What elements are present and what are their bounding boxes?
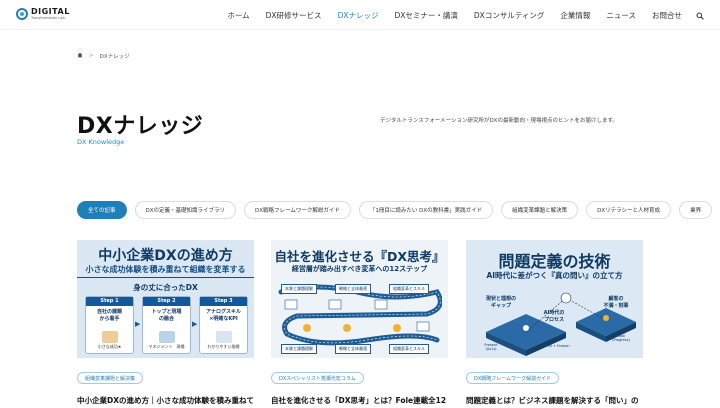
thumb-heading: 自社を進化させる『DX思考』 [274,249,445,264]
illustration-icon [216,331,232,343]
article-thumbnail[interactable]: 問題定義の技術 AI時代に差がつく『真の問い』の立て方 現状と理想の ギャップ … [466,240,643,358]
nav-item-consulting[interactable]: DXコンサルティング [474,10,544,21]
nav-item-knowledge[interactable]: DXナレッジ [338,10,379,21]
page-subtitle: DX Knowledge [77,138,125,146]
filter-framework-guide[interactable]: DX戦略フレームワーク解説ガイド [244,201,351,219]
article-thumbnail[interactable]: 中小企業DXの進め方 小さな成功体験を積み重ねて組織を変革する 身の丈に合ったD… [77,240,254,358]
nav-item-training[interactable]: DX研修サービス [266,10,322,21]
article-thumbnail[interactable]: 自社を進化させる『DX思考』 経営層が踏み出すべき変革への12ステップ 本質と課… [271,240,448,358]
article-title[interactable]: 中小企業DXの進め方｜小さな成功体験を積み重ねて [77,395,255,406]
search-icon[interactable] [696,12,704,20]
page-title: DXナレッジ [77,114,204,139]
breadcrumb-separator: > [89,53,94,59]
main-nav: ホーム DX研修サービス DXナレッジ DXセミナー・講演 DXコンサルティング… [211,10,704,21]
nav-item-contact[interactable]: お問合せ [652,10,682,21]
nav-item-company[interactable]: 企業情報 [560,10,590,21]
filter-all[interactable]: 全ての記事 [77,201,127,219]
article-card[interactable]: 問題定義の技術 AI時代に差がつく『真の問い』の立て方 現状と理想の ギャップ … [466,240,643,358]
step-box: Step 1 自社の課題 から着手 小さな成功★ [85,296,134,354]
illustration-icon [159,331,175,343]
logo-mark-icon [16,8,28,21]
nav-item-news[interactable]: ニュース [606,10,636,21]
article-tag[interactable]: 組織変革課題と解決策 [77,372,144,384]
category-filters: 全ての記事 DXの定義・基礎知識ライブラリ DX戦略フレームワーク解説ガイド 「… [77,201,720,219]
page-description: デジタルトランスフォーメーション研究所がDXの最新動向・現場視点のヒントをお届け… [380,118,618,124]
thumb-heading: 問題定義の技術 [498,252,611,271]
logo-sub-text: Transformation Lab. [31,16,66,20]
gap-label: 現状と理想の ギャップ [485,296,516,309]
article-title[interactable]: 問題定義とは？ビジネス課題を解決する「問い」の [466,395,644,406]
illustration-icon [102,331,118,343]
roadmap-label: 戦略と全体最適 [335,344,371,354]
step-box: Step 2 トップと現場 の融合 マネジメント 現場 [142,296,191,354]
roadmap-label: 本質と課題理解 [281,284,317,294]
article-card[interactable]: 自社を進化させる『DX思考』 経営層が踏み出すべき変革への12ステップ 本質と課… [271,240,448,358]
breadcrumb: > DXナレッジ [77,52,130,60]
ai-process-label: AI時代の プロセス [543,310,565,323]
roadmap-label: 組織変革とスキル [389,284,429,294]
customer-label: 顧客の 不満・刻事 [603,296,629,309]
site-logo[interactable]: DIGITAL Transformation Lab. [16,8,70,21]
nav-item-seminar[interactable]: DXセミナー・講演 [394,10,457,21]
thumb-heading: 中小企業DXの進め方 [98,248,233,264]
thumb-subheading: 経営層が踏み出すべき変革への12ステップ [291,265,428,273]
article-tag[interactable]: DX戦略フレームワーク解説ガイド [466,372,560,384]
filter-basics-library[interactable]: DXの定義・基礎知識ライブラリ [134,201,237,219]
article-tag[interactable]: DXスペシャリスト荒瀬光宏コラム [271,372,364,384]
arrow-right-icon: ▶ [135,320,141,328]
home-icon[interactable] [77,52,83,60]
roadmap-label: 戦略と全体最適 [335,284,371,294]
roadmap-label: 組織変革とスキル [389,344,429,354]
filter-literacy[interactable]: DXリテラシーと人材育成 [586,201,672,219]
nav-item-home[interactable]: ホーム [227,10,249,21]
thumb-middle-text: 身の丈に合ったDX [133,283,198,292]
thumb-subheading: AI時代に差がつく『真の問い』の立て方 [486,271,623,280]
filter-industry[interactable]: 業界 [679,201,713,219]
thumb-subheading: 小さな成功体験を積み重ねて組織を変革する [85,265,246,274]
arrow-right-icon: ▶ [192,320,198,328]
article-title[interactable]: 自社を進化させる「DX思考」とは？Fole連載全12 [271,395,449,406]
site-header: DIGITAL Transformation Lab. ホーム DX研修サービス… [0,0,720,30]
breadcrumb-current: DXナレッジ [99,54,130,60]
roadmap-label: 本質と課題理解 [281,344,317,354]
step-box: Step 3 アナログスキル ×明確なKPI わかりやすい指標 [199,296,248,354]
article-card[interactable]: 中小企業DXの進め方 小さな成功体験を積み重ねて組織を変革する 身の丈に合ったD… [77,240,254,358]
filter-textbook-guide[interactable]: 「1冊目に読みたい DXの教科書」実践ガイド [358,201,494,219]
logo-main-text: DIGITAL [31,7,70,16]
filter-org-change[interactable]: 組織変革課題と解決策 [501,201,579,219]
